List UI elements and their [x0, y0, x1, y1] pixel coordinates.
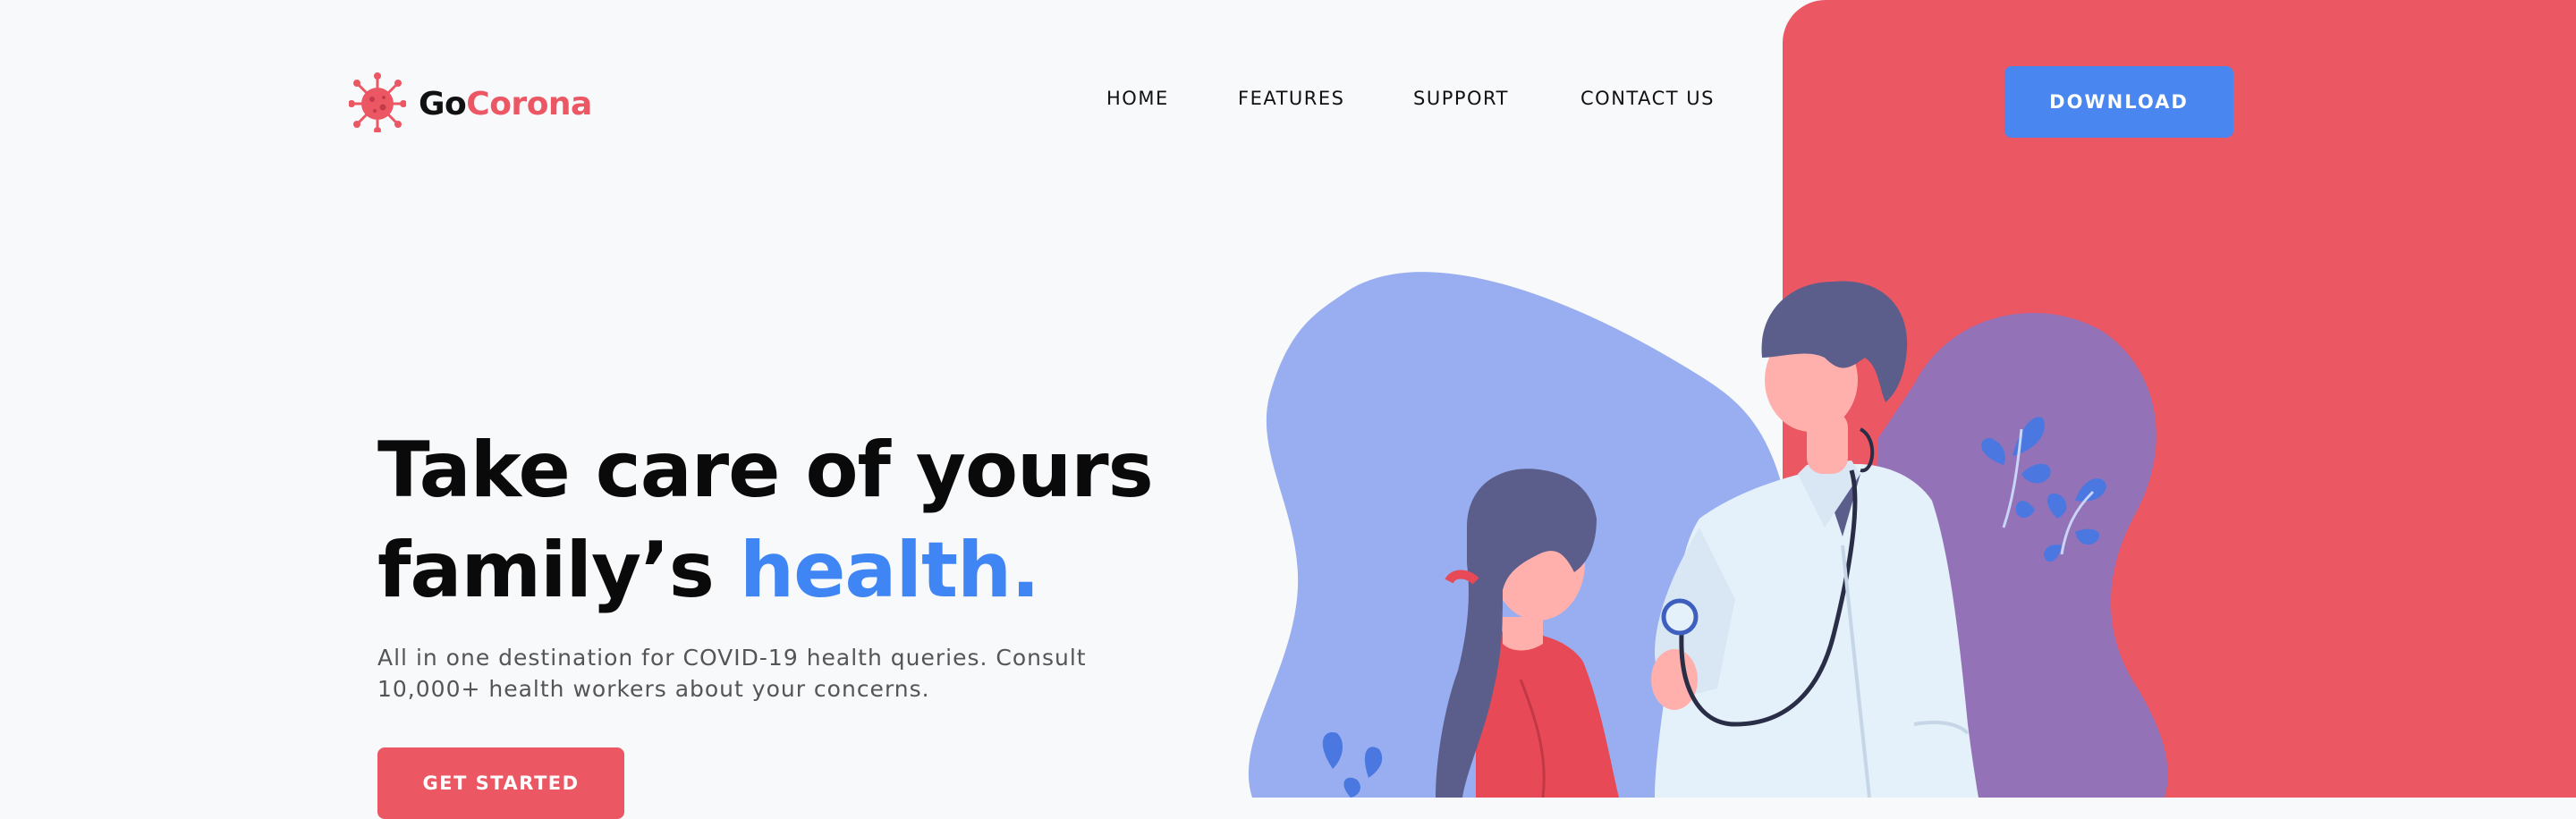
nav-contact-us[interactable]: CONTACT US: [1580, 88, 1715, 109]
headline-line2: family’s: [377, 526, 740, 615]
doctor-figure: [1651, 281, 1979, 798]
hero-headline: Take care of yours family’s health.: [377, 420, 1154, 621]
headline-line1: Take care of yours: [377, 426, 1154, 515]
nav-support[interactable]: SUPPORT: [1413, 88, 1509, 109]
headline-accent: health.: [739, 526, 1040, 615]
virus-icon: [348, 72, 407, 137]
brand-name: GoCorona: [419, 86, 592, 122]
logo[interactable]: GoCorona: [348, 72, 592, 137]
hero-subtext: All in one destination for COVID-19 heal…: [377, 642, 1093, 705]
brand-name-part2: Corona: [466, 86, 592, 122]
nav-features[interactable]: FEATURES: [1238, 88, 1344, 109]
nav-home[interactable]: HOME: [1106, 88, 1169, 109]
download-button[interactable]: DOWNLOAD: [2004, 66, 2233, 138]
doctor-patient-illustration: [1248, 272, 2168, 798]
subtext-line1: All in one destination for COVID-19 heal…: [377, 645, 1087, 671]
get-started-button[interactable]: GET STARTED: [377, 747, 624, 819]
brand-name-part1: Go: [419, 86, 467, 122]
subtext-line2: 10,000+ health workers about your concer…: [377, 676, 930, 702]
get-started-label: GET STARTED: [422, 773, 580, 794]
